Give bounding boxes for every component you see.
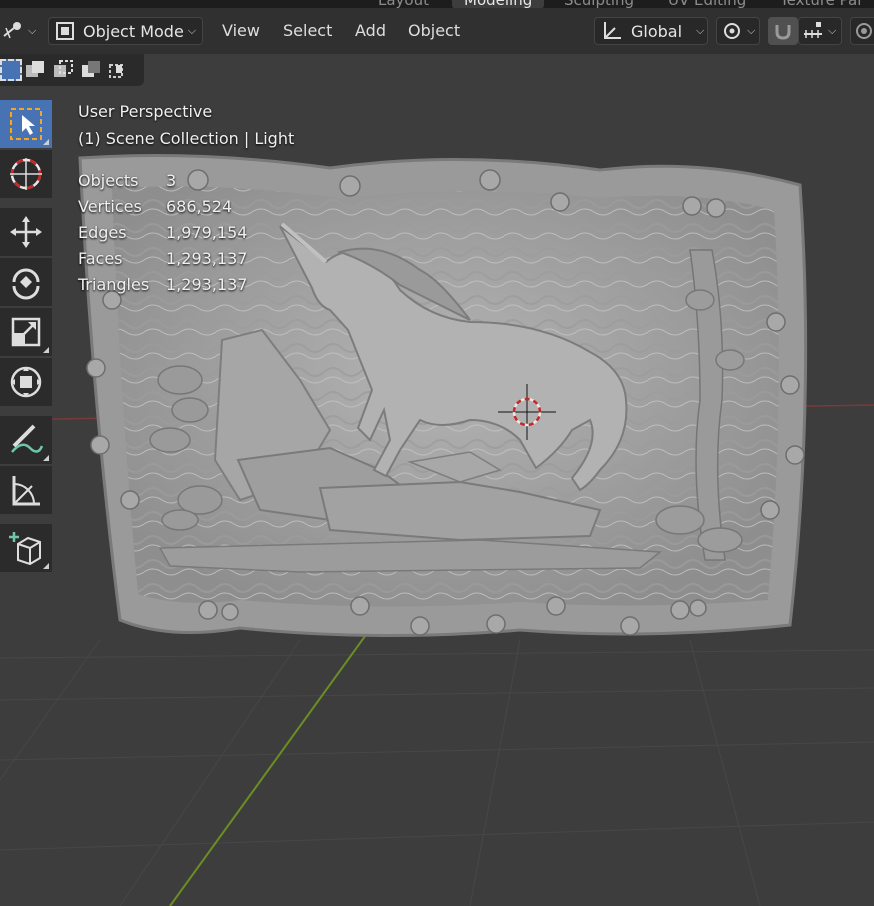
transform-icon	[10, 366, 42, 398]
proportional-editing-icon	[856, 23, 872, 39]
tab-texture-paint[interactable]: Texture Pai	[780, 0, 861, 8]
stat-faces-value: 1,293,137	[166, 249, 248, 268]
menu-view[interactable]: View	[222, 21, 260, 40]
tool-measure[interactable]	[0, 466, 52, 514]
tab-layout[interactable]: Layout	[378, 0, 429, 8]
orientation-label: Global	[631, 21, 683, 41]
tool-annotate[interactable]	[0, 416, 52, 464]
viewport-header: ⌵ Object Mode ⌵ View Select Add Object G…	[0, 8, 874, 54]
move-icon	[10, 216, 42, 248]
snap-increment-icon	[804, 22, 822, 38]
pivot-point-icon	[724, 23, 740, 39]
select-intersect-icon[interactable]	[108, 59, 130, 81]
menu-add[interactable]: Add	[355, 21, 386, 40]
snap-target-dropdown[interactable]: ⌵	[798, 17, 842, 45]
select-extend-icon[interactable]	[24, 59, 46, 81]
tool-transform[interactable]	[0, 358, 52, 406]
stat-edges-value: 1,979,154	[166, 223, 248, 242]
stat-vertices-value: 686,524	[166, 197, 233, 216]
collection-label: (1) Scene Collection | Light	[78, 129, 295, 148]
stat-triangles-value: 1,293,137	[166, 275, 248, 294]
view-name-label: User Perspective	[78, 102, 213, 121]
stat-triangles-label: Triangles	[78, 275, 150, 294]
select-new-icon[interactable]	[0, 59, 22, 81]
snap-toggle[interactable]	[768, 17, 798, 45]
magnet-icon	[775, 25, 791, 40]
tool-move[interactable]	[0, 208, 52, 256]
measure-ruler-icon	[12, 476, 40, 506]
chevron-down-icon: ⌵	[187, 24, 197, 37]
pivot-point-dropdown[interactable]: ⌵	[716, 17, 760, 45]
tool-add-cube[interactable]	[0, 524, 52, 572]
corner-indicator	[43, 563, 49, 569]
stat-objects-value: 3	[166, 171, 177, 190]
corner-indicator	[43, 139, 49, 145]
tool-select-box[interactable]	[0, 100, 52, 148]
editor-type-button[interactable]: ⌵	[2, 17, 38, 45]
selection-mode-bar	[0, 54, 144, 86]
stat-faces-label: Faces	[78, 249, 123, 268]
tool-rotate[interactable]	[0, 258, 52, 306]
proportional-editing-toggle[interactable]	[850, 17, 874, 45]
scale-icon	[11, 317, 41, 347]
add-cube-icon	[9, 532, 41, 566]
orientation-axes-icon	[604, 22, 621, 39]
corner-indicator	[43, 455, 49, 461]
tool-scale[interactable]	[0, 308, 52, 356]
mode-label: Object Mode	[83, 21, 184, 41]
tab-modeling[interactable]: Modeling	[452, 0, 545, 8]
select-subtract-icon[interactable]	[52, 59, 74, 81]
object-mode-icon	[56, 22, 74, 40]
annotate-pencil-icon	[11, 424, 44, 453]
menu-select[interactable]: Select	[283, 21, 332, 40]
stat-edges-label: Edges	[78, 223, 127, 242]
tab-uv-editing[interactable]: UV Editing	[668, 0, 746, 8]
transform-orientation-dropdown[interactable]: Global ⌵	[594, 17, 708, 45]
select-invert-icon[interactable]	[80, 59, 102, 81]
editor-type-icon	[3, 22, 21, 39]
chevron-down-icon: ⌵	[828, 24, 837, 37]
select-box-icon	[10, 108, 42, 140]
rotate-icon	[12, 268, 40, 300]
tool-cursor[interactable]	[0, 150, 52, 198]
menu-object[interactable]: Object	[408, 21, 460, 40]
stat-objects-label: Objects	[78, 171, 139, 190]
cursor-tool-icon	[10, 158, 42, 190]
stat-vertices-label: Vertices	[78, 197, 142, 216]
chevron-down-icon: ⌵	[28, 24, 37, 37]
workspace-tabs-bar: Layout Modeling Sculpting UV Editing Tex…	[0, 0, 874, 8]
chevron-down-icon: ⌵	[696, 24, 705, 37]
tab-sculpting[interactable]: Sculpting	[564, 0, 634, 8]
corner-indicator	[43, 347, 49, 353]
mode-dropdown[interactable]: Object Mode ⌵	[48, 17, 203, 45]
chevron-down-icon: ⌵	[747, 24, 756, 37]
